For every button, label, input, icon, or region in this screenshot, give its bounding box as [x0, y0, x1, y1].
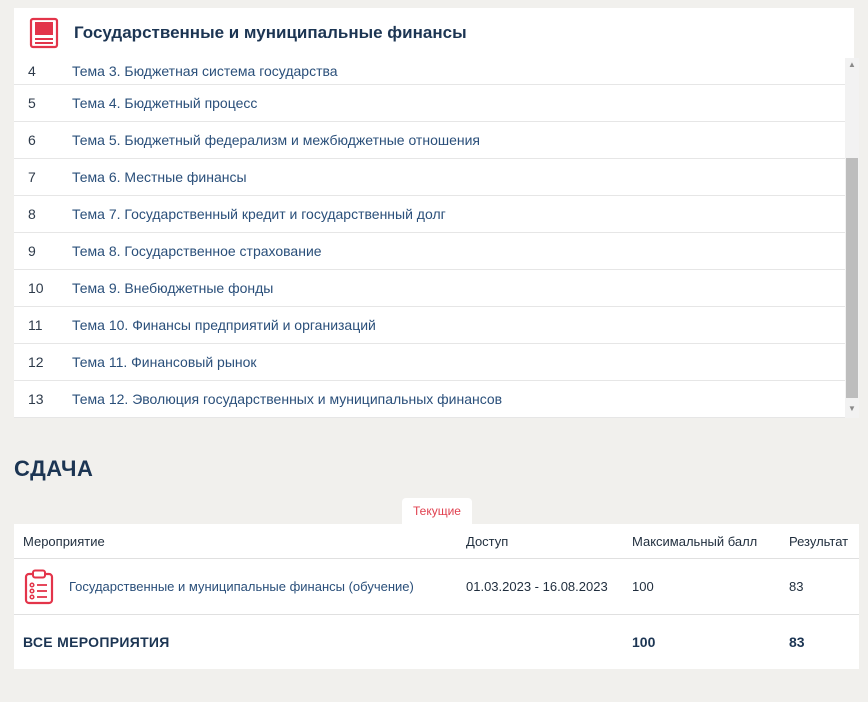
- max-score-cell: 100: [632, 579, 654, 594]
- results-table: Мероприятие Доступ Максимальный балл Рез…: [14, 524, 859, 669]
- topic-link[interactable]: Тема 5. Бюджетный федерализм и межбюджет…: [72, 132, 480, 148]
- topics-scrollbar[interactable]: ▲ ▼: [845, 58, 859, 418]
- topic-link[interactable]: Тема 3. Бюджетная система государства: [72, 63, 338, 79]
- topic-number: 4: [28, 63, 36, 79]
- course-header: Государственные и муниципальные финансы: [14, 8, 854, 58]
- topic-link[interactable]: Тема 9. Внебюджетные фонды: [72, 280, 273, 296]
- topic-number: 11: [28, 317, 43, 333]
- topic-number: 12: [28, 354, 44, 370]
- topic-row[interactable]: 10 Тема 9. Внебюджетные фонды: [14, 270, 845, 307]
- topic-row[interactable]: 6 Тема 5. Бюджетный федерализм и межбюдж…: [14, 122, 845, 159]
- topic-link[interactable]: Тема 12. Эволюция государственных и муни…: [72, 391, 502, 407]
- table-row: Государственные и муниципальные финансы …: [14, 559, 859, 615]
- topic-row[interactable]: 12 Тема 11. Финансовый рынок: [14, 344, 845, 381]
- table-header: Мероприятие Доступ Максимальный балл Рез…: [14, 524, 859, 559]
- total-label: ВСЕ МЕРОПРИЯТИЯ: [23, 634, 170, 650]
- total-result: 83: [789, 634, 805, 650]
- event-link[interactable]: Государственные и муниципальные финансы …: [69, 579, 414, 594]
- topic-row[interactable]: 7 Тема 6. Местные финансы: [14, 159, 845, 196]
- topic-row[interactable]: 5 Тема 4. Бюджетный процесс: [14, 85, 845, 122]
- scroll-thumb[interactable]: [846, 158, 858, 398]
- topic-row[interactable]: 13 Тема 12. Эволюция государственных и м…: [14, 381, 845, 418]
- result-cell: 83: [789, 579, 804, 594]
- tab-current[interactable]: Текущие: [402, 498, 472, 524]
- table-total-row: ВСЕ МЕРОПРИЯТИЯ 100 83: [14, 615, 859, 669]
- column-max-score: Максимальный балл: [632, 533, 758, 549]
- course-title: Государственные и муниципальные финансы: [74, 23, 467, 42]
- access-cell: 01.03.2023 - 16.08.2023: [466, 579, 608, 594]
- column-event: Мероприятие: [23, 533, 105, 549]
- topic-row[interactable]: 8 Тема 7. Государственный кредит и госуд…: [14, 196, 845, 233]
- clipboard-list-icon: [23, 569, 55, 605]
- topic-link[interactable]: Тема 10. Финансы предприятий и организац…: [72, 317, 376, 333]
- topic-number: 8: [28, 206, 36, 222]
- topic-number: 9: [28, 243, 36, 259]
- column-access: Доступ: [466, 533, 509, 549]
- topic-row[interactable]: 9 Тема 8. Государственное страхование: [14, 233, 845, 270]
- submission-section-title: СДАЧА: [14, 456, 94, 481]
- topic-number: 10: [28, 280, 44, 296]
- book-icon: [28, 17, 60, 49]
- topic-link[interactable]: Тема 4. Бюджетный процесс: [72, 95, 257, 111]
- event-cell: Государственные и муниципальные финансы …: [14, 569, 466, 605]
- topic-row[interactable]: 11 Тема 10. Финансы предприятий и органи…: [14, 307, 845, 344]
- topic-number: 5: [28, 95, 36, 111]
- topic-link[interactable]: Тема 8. Государственное страхование: [72, 243, 322, 259]
- topic-link[interactable]: Тема 7. Государственный кредит и государ…: [72, 206, 446, 222]
- topic-number: 7: [28, 169, 36, 185]
- topic-number: 6: [28, 132, 36, 148]
- total-max-score: 100: [632, 634, 656, 650]
- topics-list: 4 Тема 3. Бюджетная система государства …: [14, 58, 859, 418]
- topic-link[interactable]: Тема 6. Местные финансы: [72, 169, 247, 185]
- column-result: Результат: [789, 533, 849, 549]
- topic-row[interactable]: 4 Тема 3. Бюджетная система государства: [14, 58, 845, 85]
- topic-link[interactable]: Тема 11. Финансовый рынок: [72, 354, 257, 370]
- scroll-up-arrow-icon[interactable]: ▲: [845, 59, 859, 71]
- topic-number: 13: [28, 391, 44, 407]
- scroll-down-arrow-icon[interactable]: ▼: [845, 403, 859, 415]
